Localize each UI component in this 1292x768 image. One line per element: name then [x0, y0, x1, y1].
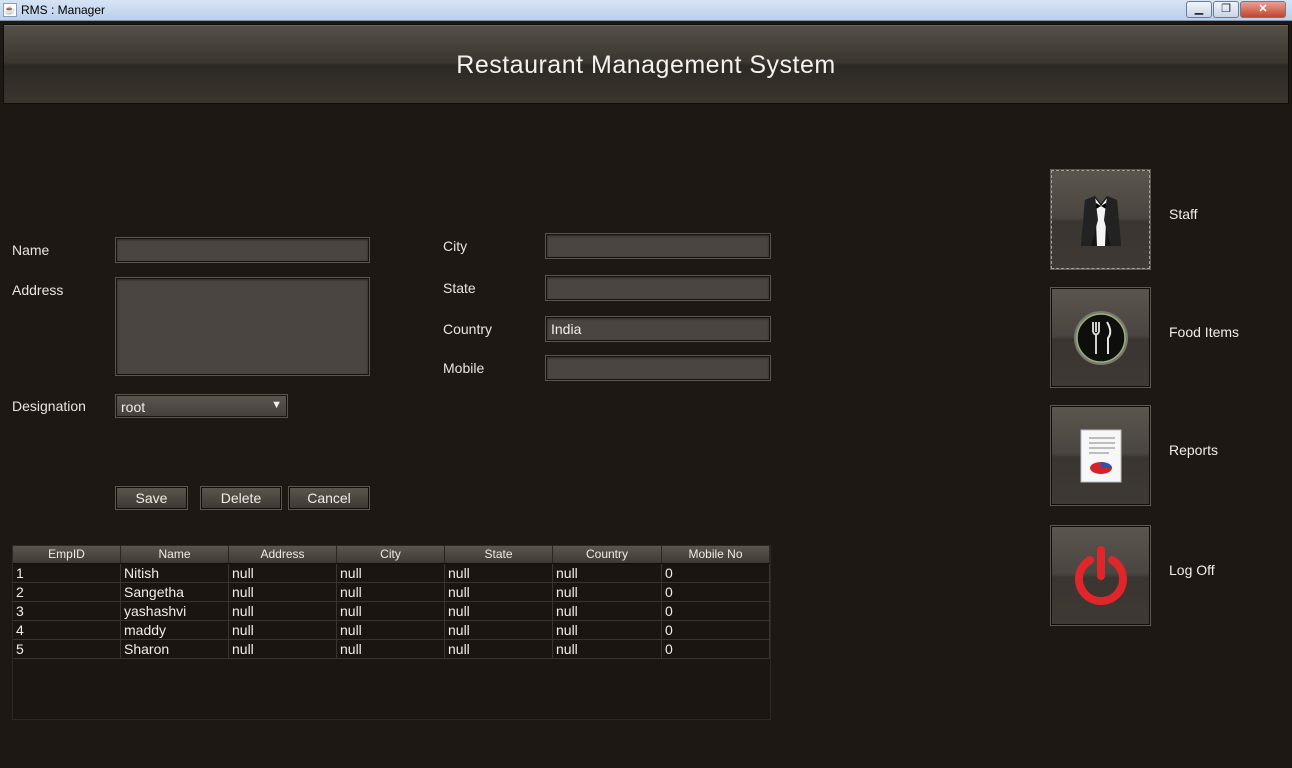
- reports-button[interactable]: [1051, 406, 1150, 505]
- cell-mobile: 0: [662, 640, 770, 658]
- cell-state: null: [445, 640, 553, 658]
- cell-state: null: [445, 564, 553, 582]
- column-header-country[interactable]: Country: [553, 546, 662, 563]
- cell-country: null: [553, 621, 662, 639]
- country-label: Country: [443, 321, 493, 337]
- window-titlebar: ☕ RMS : Manager ▁ ❐ ✕: [0, 0, 1292, 21]
- cell-address: null: [229, 602, 337, 620]
- column-header-state[interactable]: State: [445, 546, 553, 563]
- log-off-label[interactable]: Log Off: [1169, 562, 1215, 578]
- address-label: Address: [12, 282, 64, 298]
- employee-table[interactable]: EmpID Name Address City State Country Mo…: [12, 545, 771, 720]
- table-row[interactable]: 5 Sharon null null null null 0: [13, 640, 770, 659]
- table-header: EmpID Name Address City State Country Mo…: [13, 546, 770, 564]
- cell-name: maddy: [121, 621, 229, 639]
- cell-state: null: [445, 602, 553, 620]
- cell-address: null: [229, 621, 337, 639]
- column-header-city[interactable]: City: [337, 546, 445, 563]
- cell-mobile: 0: [662, 583, 770, 601]
- address-field[interactable]: [116, 278, 369, 375]
- delete-button[interactable]: Delete: [201, 487, 281, 509]
- cell-empid: 2: [13, 583, 121, 601]
- city-label: City: [443, 238, 468, 254]
- cell-city: null: [337, 621, 445, 639]
- cell-country: null: [553, 602, 662, 620]
- save-button[interactable]: Save: [116, 487, 187, 509]
- maximize-button[interactable]: ❐: [1213, 1, 1239, 18]
- column-header-name[interactable]: Name: [121, 546, 229, 563]
- cell-country: null: [553, 564, 662, 582]
- cell-name: Nitish: [121, 564, 229, 582]
- log-off-button[interactable]: [1051, 526, 1150, 625]
- column-header-mobile[interactable]: Mobile No: [662, 546, 770, 563]
- fork-knife-icon: [1074, 311, 1128, 365]
- state-label: State: [443, 280, 476, 296]
- state-field[interactable]: [546, 276, 770, 300]
- cell-city: null: [337, 602, 445, 620]
- column-header-address[interactable]: Address: [229, 546, 337, 563]
- designation-select[interactable]: root ▼: [116, 395, 287, 417]
- cell-mobile: 0: [662, 602, 770, 620]
- cell-empid: 5: [13, 640, 121, 658]
- table-row[interactable]: 3 yashashvi null null null null 0: [13, 602, 770, 621]
- table-row[interactable]: 2 Sangetha null null null null 0: [13, 583, 770, 602]
- mobile-label: Mobile: [443, 360, 485, 376]
- header-banner: Restaurant Management System: [3, 24, 1289, 104]
- cell-city: null: [337, 564, 445, 582]
- food-items-label[interactable]: Food Items: [1169, 324, 1239, 340]
- city-field[interactable]: [546, 234, 770, 258]
- report-chart-icon: [1080, 429, 1122, 483]
- mobile-field[interactable]: [546, 356, 770, 380]
- cancel-button[interactable]: Cancel: [289, 487, 369, 509]
- window-title: RMS : Manager: [21, 3, 106, 17]
- name-field[interactable]: [116, 238, 369, 262]
- cell-country: null: [553, 583, 662, 601]
- column-header-empid[interactable]: EmpID: [13, 546, 121, 563]
- table-row[interactable]: 4 maddy null null null null 0: [13, 621, 770, 640]
- chevron-down-icon: ▼: [271, 399, 282, 411]
- country-field[interactable]: [546, 317, 770, 341]
- designation-selected-value: root: [121, 399, 146, 415]
- tuxedo-icon: [1081, 196, 1121, 246]
- name-label: Name: [12, 242, 50, 258]
- cell-mobile: 0: [662, 564, 770, 582]
- reports-label[interactable]: Reports: [1169, 442, 1218, 458]
- cell-empid: 4: [13, 621, 121, 639]
- cell-name: Sangetha: [121, 583, 229, 601]
- cell-country: null: [553, 640, 662, 658]
- cell-address: null: [229, 583, 337, 601]
- cell-name: Sharon: [121, 640, 229, 658]
- java-app-icon: ☕: [3, 3, 17, 17]
- staff-button[interactable]: [1051, 170, 1150, 269]
- staff-label[interactable]: Staff: [1169, 206, 1198, 222]
- cell-empid: 3: [13, 602, 121, 620]
- cell-state: null: [445, 621, 553, 639]
- cell-city: null: [337, 640, 445, 658]
- cell-city: null: [337, 583, 445, 601]
- cell-empid: 1: [13, 564, 121, 582]
- cell-name: yashashvi: [121, 602, 229, 620]
- designation-label: Designation: [12, 398, 86, 414]
- cell-address: null: [229, 640, 337, 658]
- close-button[interactable]: ✕: [1240, 1, 1286, 18]
- cell-state: null: [445, 583, 553, 601]
- power-icon: [1075, 546, 1127, 606]
- food-items-button[interactable]: [1051, 288, 1150, 387]
- cell-address: null: [229, 564, 337, 582]
- app-title: Restaurant Management System: [456, 51, 836, 79]
- minimize-button[interactable]: ▁: [1186, 1, 1212, 18]
- table-row[interactable]: 1 Nitish null null null null 0: [13, 564, 770, 583]
- cell-mobile: 0: [662, 621, 770, 639]
